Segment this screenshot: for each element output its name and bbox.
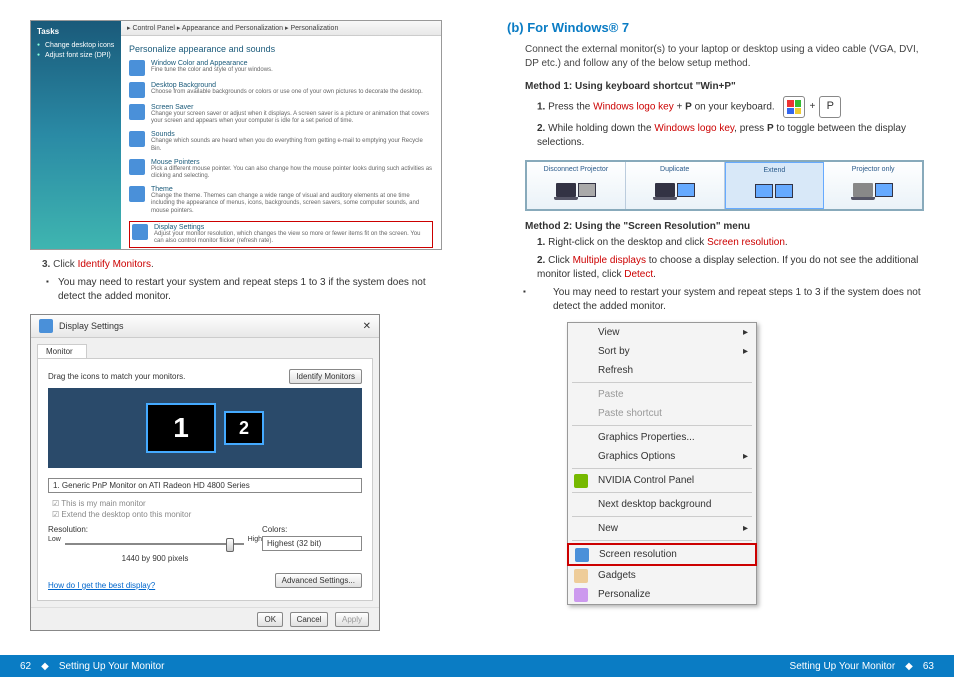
desktop-bg-icon bbox=[129, 82, 145, 98]
control-panel-screenshot: Tasks Change desktop icons Adjust font s… bbox=[30, 20, 442, 250]
monitor-1[interactable]: 1 bbox=[146, 403, 216, 453]
theme-icon bbox=[129, 186, 145, 202]
ctx-graphics-properties[interactable]: Graphics Properties... bbox=[568, 428, 756, 447]
window-color-icon bbox=[129, 60, 145, 76]
intro-text: Connect the external monitor(s) to your … bbox=[507, 43, 924, 71]
disconnect-projector[interactable]: Disconnect Projector bbox=[527, 162, 626, 209]
help-link[interactable]: How do I get the best display? bbox=[48, 581, 155, 590]
mouse-icon bbox=[129, 159, 145, 175]
extend-displays[interactable]: Extend bbox=[725, 162, 825, 209]
desktop-context-menu: View Sort by Refresh Paste Paste shortcu… bbox=[567, 322, 757, 605]
monitor-dropdown[interactable]: 1. Generic PnP Monitor on ATI Radeon HD … bbox=[48, 478, 362, 493]
method-1-title: Method 1: Using keyboard shortcut "Win+P… bbox=[507, 81, 924, 92]
main-monitor-checkbox[interactable]: ☑ This is my main monitor bbox=[48, 499, 362, 508]
page-number-right: Setting Up Your Monitor◆63 bbox=[790, 661, 934, 672]
ctx-refresh[interactable]: Refresh bbox=[568, 361, 756, 380]
tab-monitor[interactable]: Monitor bbox=[37, 344, 87, 358]
screensaver-icon bbox=[129, 104, 145, 120]
projector-only[interactable]: Projector only bbox=[824, 162, 922, 209]
step-number: 3. bbox=[42, 259, 50, 270]
identify-monitors-text: Identify Monitors bbox=[78, 259, 151, 270]
display-settings-icon bbox=[132, 224, 148, 240]
monitor-arrange-area[interactable]: 1 2 bbox=[48, 388, 362, 468]
dialog-icon bbox=[39, 319, 53, 333]
resolution-label: Resolution: bbox=[48, 525, 262, 534]
extend-desktop-checkbox[interactable]: ☑ Extend the desktop onto this monitor bbox=[48, 510, 362, 519]
colors-dropdown[interactable]: Highest (32 bit) bbox=[262, 536, 362, 551]
drag-instruction: Drag the icons to match your monitors. bbox=[48, 372, 185, 381]
personalize-icon bbox=[574, 588, 588, 602]
sounds-icon bbox=[129, 131, 145, 147]
apply-button[interactable]: Apply bbox=[335, 612, 369, 627]
method-2-title: Method 2: Using the "Screen Resolution" … bbox=[507, 221, 924, 232]
ctx-nvidia[interactable]: NVIDIA Control Panel bbox=[568, 471, 756, 490]
panel-heading: Personalize appearance and sounds bbox=[129, 44, 433, 54]
section-heading: (b) For Windows® 7 bbox=[507, 20, 924, 35]
cancel-button[interactable]: Cancel bbox=[290, 612, 329, 627]
nvidia-icon bbox=[574, 474, 588, 488]
p-key-icon: P bbox=[819, 96, 841, 118]
breadcrumb: ▸ Control Panel ▸ Appearance and Persona… bbox=[121, 21, 441, 36]
ctx-sort[interactable]: Sort by bbox=[568, 342, 756, 361]
ctx-graphics-options[interactable]: Graphics Options bbox=[568, 447, 756, 466]
display-settings-dialog: Display Settings ✕ Monitor Drag the icons… bbox=[30, 314, 380, 631]
windows-key-icon bbox=[783, 96, 805, 118]
dialog-title: Display Settings bbox=[59, 321, 124, 331]
method2-note: You may need to restart your system and … bbox=[507, 286, 924, 314]
task-item: Change desktop icons bbox=[37, 42, 115, 49]
tasks-heading: Tasks bbox=[37, 27, 115, 36]
ctx-screen-resolution[interactable]: Screen resolution bbox=[567, 543, 757, 566]
screen-resolution-icon bbox=[575, 548, 589, 562]
advanced-settings-button[interactable]: Advanced Settings... bbox=[275, 573, 362, 588]
gadgets-icon bbox=[574, 569, 588, 583]
task-item: Adjust font size (DPI) bbox=[37, 52, 115, 59]
ctx-personalize[interactable]: Personalize bbox=[568, 585, 756, 604]
ctx-next-bg[interactable]: Next desktop background bbox=[568, 495, 756, 514]
ctx-new[interactable]: New bbox=[568, 519, 756, 538]
ok-button[interactable]: OK bbox=[257, 612, 283, 627]
identify-monitors-button[interactable]: Identify Monitors bbox=[289, 369, 362, 384]
ctx-paste-shortcut: Paste shortcut bbox=[568, 404, 756, 423]
resolution-slider[interactable] bbox=[65, 536, 244, 552]
projector-options-bar: Disconnect Projector Duplicate Extend Pr… bbox=[525, 160, 924, 211]
monitor-2[interactable]: 2 bbox=[224, 411, 264, 445]
close-icon[interactable]: ✕ bbox=[363, 321, 371, 332]
note-text: You may need to restart your system and … bbox=[30, 276, 447, 304]
ctx-view[interactable]: View bbox=[568, 323, 756, 342]
duplicate-displays[interactable]: Duplicate bbox=[626, 162, 725, 209]
resolution-value: 1440 by 900 pixels bbox=[48, 554, 262, 563]
ctx-paste: Paste bbox=[568, 385, 756, 404]
ctx-gadgets[interactable]: Gadgets bbox=[568, 566, 756, 585]
colors-label: Colors: bbox=[262, 525, 362, 534]
page-number-left: 62◆Setting Up Your Monitor bbox=[20, 661, 790, 672]
